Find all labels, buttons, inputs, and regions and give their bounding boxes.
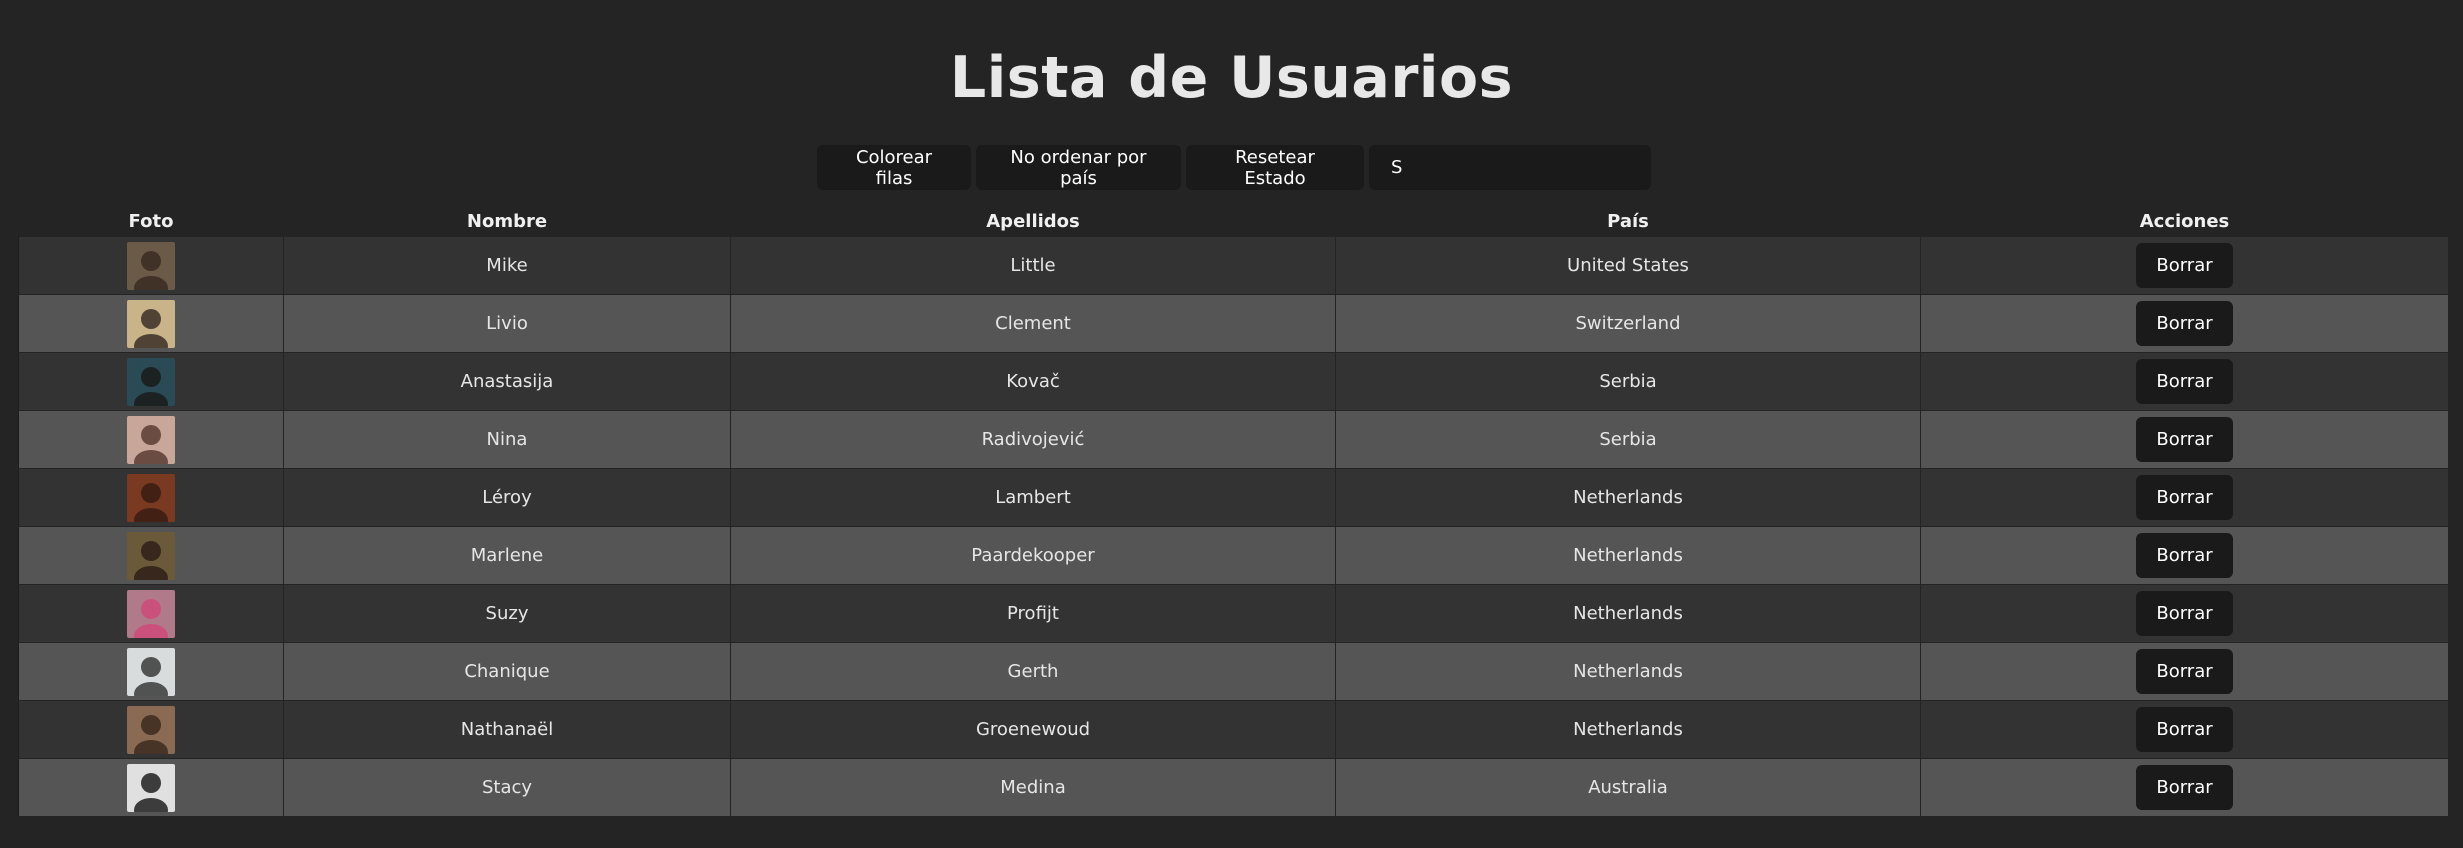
- user-photo-icon: [127, 705, 175, 754]
- photo-cell: [18, 468, 284, 527]
- surname-cell: Kovač: [730, 352, 1336, 411]
- surname-cell: Clement: [730, 294, 1336, 353]
- table-row: Mike Little United States Borrar: [18, 236, 2449, 295]
- delete-button[interactable]: Borrar: [2136, 533, 2233, 578]
- actions-column-header: Acciones: [2139, 210, 2230, 232]
- actions-cell: Borrar: [1920, 468, 2449, 527]
- photo-cell: [18, 526, 284, 585]
- table-row: Léroy Lambert Netherlands Borrar: [18, 468, 2449, 527]
- delete-button[interactable]: Borrar: [2136, 707, 2233, 752]
- delete-button[interactable]: Borrar: [2136, 417, 2233, 462]
- surname-cell: Lambert: [730, 468, 1336, 527]
- photo-cell: [18, 584, 284, 643]
- toolbar: Colorear filas No ordenar por país Reset…: [817, 145, 1651, 190]
- table-row: Marlene Paardekooper Netherlands Borrar: [18, 526, 2449, 585]
- delete-button[interactable]: Borrar: [2136, 475, 2233, 520]
- photo-column-header: Foto: [128, 210, 174, 232]
- name-cell: Marlene: [283, 526, 731, 585]
- user-list-page: Lista de Usuarios Colorear filas No orde…: [0, 0, 2463, 848]
- surname-cell: Profijt: [730, 584, 1336, 643]
- delete-button[interactable]: Borrar: [2136, 591, 2233, 636]
- page-title: Lista de Usuarios: [949, 45, 1514, 111]
- actions-cell: Borrar: [1920, 236, 2449, 295]
- table-header-row: Foto Nombre Apellidos País Acciones: [19, 206, 2449, 237]
- country-cell: Netherlands: [1335, 584, 1921, 643]
- name-cell: Léroy: [283, 468, 731, 527]
- name-cell: Suzy: [283, 584, 731, 643]
- actions-cell: Borrar: [1920, 410, 2449, 469]
- user-photo-icon: [127, 647, 175, 696]
- user-photo-icon: [127, 763, 175, 812]
- surname-column-header: Apellidos: [986, 210, 1080, 232]
- surname-cell: Little: [730, 236, 1336, 295]
- photo-cell: [18, 700, 284, 759]
- name-column-header: Nombre: [466, 210, 548, 232]
- delete-button[interactable]: Borrar: [2136, 765, 2233, 810]
- table-row: Nathanaël Groenewoud Netherlands Borrar: [18, 700, 2449, 759]
- photo-cell: [18, 294, 284, 353]
- name-cell: Chanique: [283, 642, 731, 701]
- country-cell: Serbia: [1335, 352, 1921, 411]
- actions-cell: Borrar: [1920, 352, 2449, 411]
- sort-by-country-button[interactable]: No ordenar por país: [976, 145, 1181, 190]
- reset-state-button[interactable]: Resetear Estado: [1186, 145, 1364, 190]
- delete-button[interactable]: Borrar: [2136, 243, 2233, 288]
- photo-cell: [18, 410, 284, 469]
- user-photo-icon: [127, 357, 175, 406]
- table-row: Nina Radivojević Serbia Borrar: [18, 410, 2449, 469]
- surname-cell: Paardekooper: [730, 526, 1336, 585]
- actions-cell: Borrar: [1920, 294, 2449, 353]
- country-filter-input[interactable]: [1369, 145, 1651, 190]
- country-cell: Netherlands: [1335, 700, 1921, 759]
- name-cell: Livio: [283, 294, 731, 353]
- surname-cell: Radivojević: [730, 410, 1336, 469]
- actions-cell: Borrar: [1920, 584, 2449, 643]
- table-row: Chanique Gerth Netherlands Borrar: [18, 642, 2449, 701]
- country-cell: Netherlands: [1335, 526, 1921, 585]
- name-cell: Anastasija: [283, 352, 731, 411]
- table-row: Suzy Profijt Netherlands Borrar: [18, 584, 2449, 643]
- color-rows-button[interactable]: Colorear filas: [817, 145, 971, 190]
- table-row: Anastasija Kovač Serbia Borrar: [18, 352, 2449, 411]
- country-cell: Australia: [1335, 758, 1921, 817]
- actions-cell: Borrar: [1920, 526, 2449, 585]
- users-table: Foto Nombre Apellidos País Acciones Mike…: [18, 206, 2449, 817]
- surname-cell: Medina: [730, 758, 1336, 817]
- name-cell: Nathanaël: [283, 700, 731, 759]
- country-column-header: País: [1607, 210, 1649, 232]
- actions-cell: Borrar: [1920, 642, 2449, 701]
- actions-cell: Borrar: [1920, 700, 2449, 759]
- photo-cell: [18, 352, 284, 411]
- country-cell: Serbia: [1335, 410, 1921, 469]
- delete-button[interactable]: Borrar: [2136, 649, 2233, 694]
- actions-cell: Borrar: [1920, 758, 2449, 817]
- country-cell: Netherlands: [1335, 468, 1921, 527]
- name-cell: Mike: [283, 236, 731, 295]
- user-photo-icon: [127, 589, 175, 638]
- delete-button[interactable]: Borrar: [2136, 359, 2233, 404]
- country-cell: United States: [1335, 236, 1921, 295]
- surname-cell: Groenewoud: [730, 700, 1336, 759]
- user-photo-icon: [127, 473, 175, 522]
- delete-button[interactable]: Borrar: [2136, 301, 2233, 346]
- user-photo-icon: [127, 241, 175, 290]
- country-cell: Netherlands: [1335, 642, 1921, 701]
- table-row: Stacy Medina Australia Borrar: [18, 758, 2449, 817]
- photo-cell: [18, 758, 284, 817]
- user-photo-icon: [127, 531, 175, 580]
- country-cell: Switzerland: [1335, 294, 1921, 353]
- user-photo-icon: [127, 299, 175, 348]
- user-photo-icon: [127, 415, 175, 464]
- name-cell: Stacy: [283, 758, 731, 817]
- table-row: Livio Clement Switzerland Borrar: [18, 294, 2449, 353]
- photo-cell: [18, 236, 284, 295]
- name-cell: Nina: [283, 410, 731, 469]
- photo-cell: [18, 642, 284, 701]
- surname-cell: Gerth: [730, 642, 1336, 701]
- users-table-body: Mike Little United States Borrar Livio Clemen…: [18, 236, 2449, 817]
